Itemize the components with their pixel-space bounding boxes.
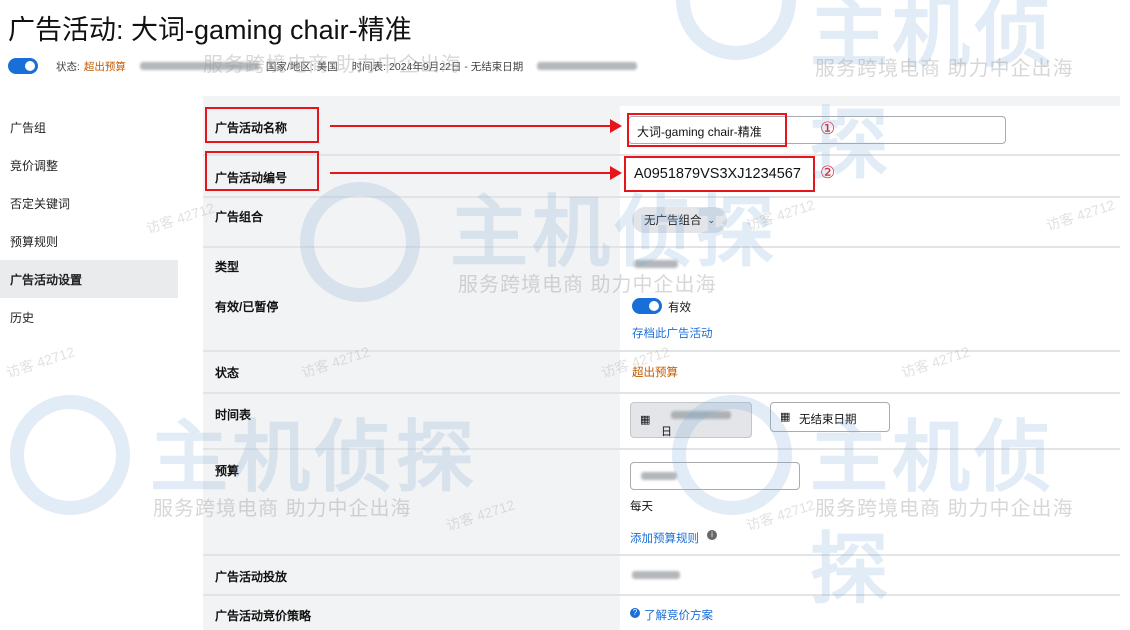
annotation-arrow-2 xyxy=(330,172,612,174)
watermark-logo-icon xyxy=(676,0,796,60)
portfolio-dropdown[interactable]: 无广告组合 ⌄ xyxy=(632,207,728,233)
annotation-marker-1: ① xyxy=(820,119,836,139)
type-value-blurred xyxy=(634,260,678,268)
help-icon: ? xyxy=(630,608,640,618)
state-row: 状态 超出预算 xyxy=(203,352,1120,392)
budget-period: 每天 xyxy=(630,501,653,513)
archive-campaign-link[interactable]: 存档此广告活动 xyxy=(632,325,713,341)
bidding-learn-link[interactable]: 了解竞价方案 xyxy=(644,607,713,623)
blurred-info xyxy=(139,62,260,70)
delivery-value-blurred xyxy=(632,571,680,579)
calendar-icon: ▦ xyxy=(640,414,651,426)
sidebar-item-history[interactable]: 历史 xyxy=(0,298,180,336)
chevron-down-icon: ⌄ xyxy=(707,214,716,225)
annotation-marker-2: ② xyxy=(820,163,836,183)
add-budget-rule-link[interactable]: 添加预算规则 xyxy=(630,530,699,546)
state-label: 状态 xyxy=(203,352,620,392)
portfolio-label: 广告组合 xyxy=(203,198,620,246)
active-value: 有效 xyxy=(668,302,691,314)
active-label: 有效/已暂停 xyxy=(203,286,620,350)
budget-value-blurred xyxy=(641,472,677,480)
arrow-head-icon xyxy=(610,119,622,133)
sidebar-item-negative-keywords[interactable]: 否定关键词 xyxy=(0,184,180,222)
region-text: 国家/地区: 美国 xyxy=(265,60,338,73)
schedule-row: 时间表 ▦ 日 ▦ 无结束日期 xyxy=(203,394,1120,448)
annotation-box-name-value xyxy=(627,113,787,147)
status-label: 状态: xyxy=(56,60,80,73)
campaign-toggle[interactable] xyxy=(8,58,38,74)
page-title: 广告活动: 大词-gaming chair-精准 xyxy=(8,15,412,45)
budget-label: 预算 xyxy=(203,450,620,554)
sidebar-item-bid-adjustments[interactable]: 竞价调整 xyxy=(0,146,180,184)
annotation-box-name-label xyxy=(205,107,319,143)
calendar-icon: ▦ xyxy=(780,411,791,423)
info-icon[interactable]: i xyxy=(707,530,717,540)
delivery-row: 广告活动投放 xyxy=(203,556,1120,594)
portfolio-row: 广告组合 无广告组合 ⌄ xyxy=(203,198,1120,246)
campaign-status-bar: 状态: 超出预算 国家/地区: 美国 时间表: 2024年9月22日 - 无结束… xyxy=(8,57,638,75)
schedule-text: 时间表: 2024年9月22日 - 无结束日期 xyxy=(351,60,524,73)
type-row: 类型 xyxy=(203,248,1120,286)
bidding-label: 广告活动竞价策略 xyxy=(203,596,620,630)
bidding-row: 广告活动竞价策略 ? 了解竞价方案 xyxy=(203,596,1120,630)
budget-row: 预算 每天 添加预算规则 i xyxy=(203,450,1120,554)
watermark-visitor: 访客 42712 xyxy=(4,343,77,381)
status-value: 超出预算 xyxy=(83,60,126,73)
state-value: 超出预算 xyxy=(632,367,678,379)
schedule-label: 时间表 xyxy=(203,394,620,448)
sidebar-item-budget-rules[interactable]: 预算规则 xyxy=(0,222,180,260)
end-date-label: 无结束日期 xyxy=(799,414,857,426)
type-label: 类型 xyxy=(203,248,620,286)
annotation-box-id-label xyxy=(205,151,319,191)
start-date-field[interactable]: ▦ 日 xyxy=(630,402,752,438)
sidebar-nav: 广告组 竞价调整 否定关键词 预算规则 广告活动设置 历史 xyxy=(0,108,180,336)
end-date-button[interactable]: ▦ 无结束日期 xyxy=(770,402,890,432)
blurred-info xyxy=(537,62,638,70)
start-date-blurred xyxy=(671,411,731,419)
sidebar-item-ad-groups[interactable]: 广告组 xyxy=(0,108,180,146)
sidebar-item-campaign-settings[interactable]: 广告活动设置 xyxy=(0,260,178,298)
arrow-head-icon xyxy=(610,166,622,180)
active-toggle[interactable] xyxy=(632,298,662,314)
annotation-arrow-1 xyxy=(330,125,612,127)
delivery-label: 广告活动投放 xyxy=(203,556,620,594)
watermark-slogan: 服务跨境电商 助力中企出海 xyxy=(815,58,1074,80)
watermark-logo-icon xyxy=(10,395,130,515)
portfolio-value: 无广告组合 xyxy=(644,215,702,227)
start-date-suffix: 日 xyxy=(661,426,672,438)
budget-input[interactable] xyxy=(630,462,800,490)
active-row: 有效/已暂停 有效 存档此广告活动 xyxy=(203,286,1120,350)
annotation-box-id-value xyxy=(624,156,815,192)
